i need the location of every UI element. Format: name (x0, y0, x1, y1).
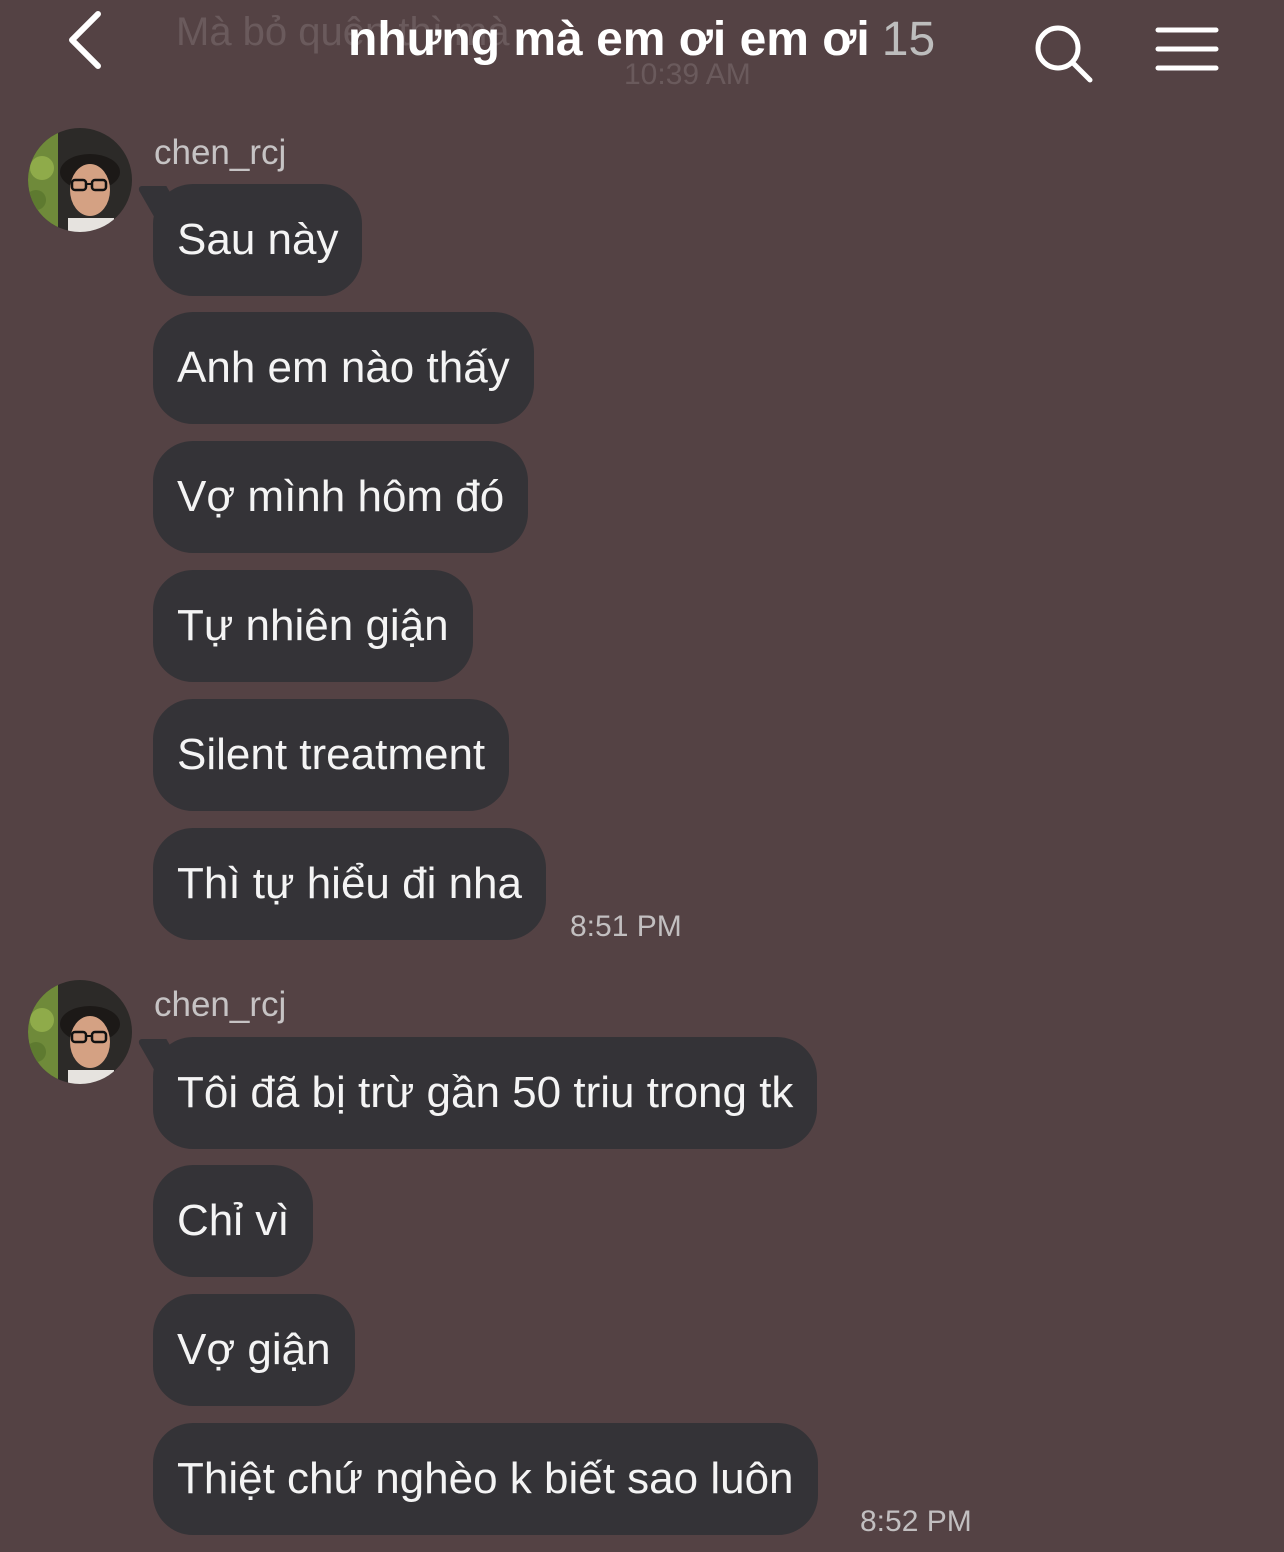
message-bubble[interactable]: Tự nhiên giận (153, 570, 473, 682)
chevron-left-icon (69, 11, 101, 69)
chat-title[interactable]: nhưng mà em ơi em ơi 15 (348, 12, 935, 67)
sender-name: chen_rcj (154, 133, 287, 172)
message-bubble[interactable]: Tôi đã bị trừ gần 50 triu trong tk (153, 1037, 818, 1149)
back-button[interactable] (58, 8, 118, 72)
message-bubble[interactable]: Vợ mình hôm đó (153, 441, 529, 553)
avatar[interactable] (28, 980, 132, 1084)
avatar[interactable] (28, 128, 132, 232)
message-bubble[interactable]: Thì tự hiểu đi nha (153, 828, 546, 940)
message-bubble[interactable]: Anh em nào thấy (153, 312, 534, 424)
message-timestamp: 8:51 PM (570, 910, 682, 943)
profile-photo (28, 980, 132, 1084)
message-timestamp: 8:52 PM (860, 1505, 972, 1538)
message-bubble[interactable]: Chỉ vì (153, 1165, 314, 1277)
chat-header: Mà bỏ quên thì mà 10:39 AM nhưng mà em ơ… (0, 0, 1284, 110)
search-icon (1035, 25, 1093, 83)
menu-button[interactable] (1152, 24, 1222, 76)
sender-name: chen_rcj (154, 985, 287, 1024)
message-bubble[interactable]: Sau này (153, 184, 363, 296)
hamburger-menu-icon (1155, 27, 1219, 71)
message-bubble[interactable]: Silent treatment (153, 699, 510, 811)
profile-photo (28, 128, 132, 232)
group-name: nhưng mà em ơi em ơi (348, 13, 870, 66)
message-bubble[interactable]: Vợ giận (153, 1294, 355, 1406)
message-bubble[interactable]: Thiệt chứ nghèo k biết sao luôn (153, 1423, 818, 1535)
search-button[interactable] (1030, 20, 1096, 86)
member-count: 15 (881, 13, 936, 66)
